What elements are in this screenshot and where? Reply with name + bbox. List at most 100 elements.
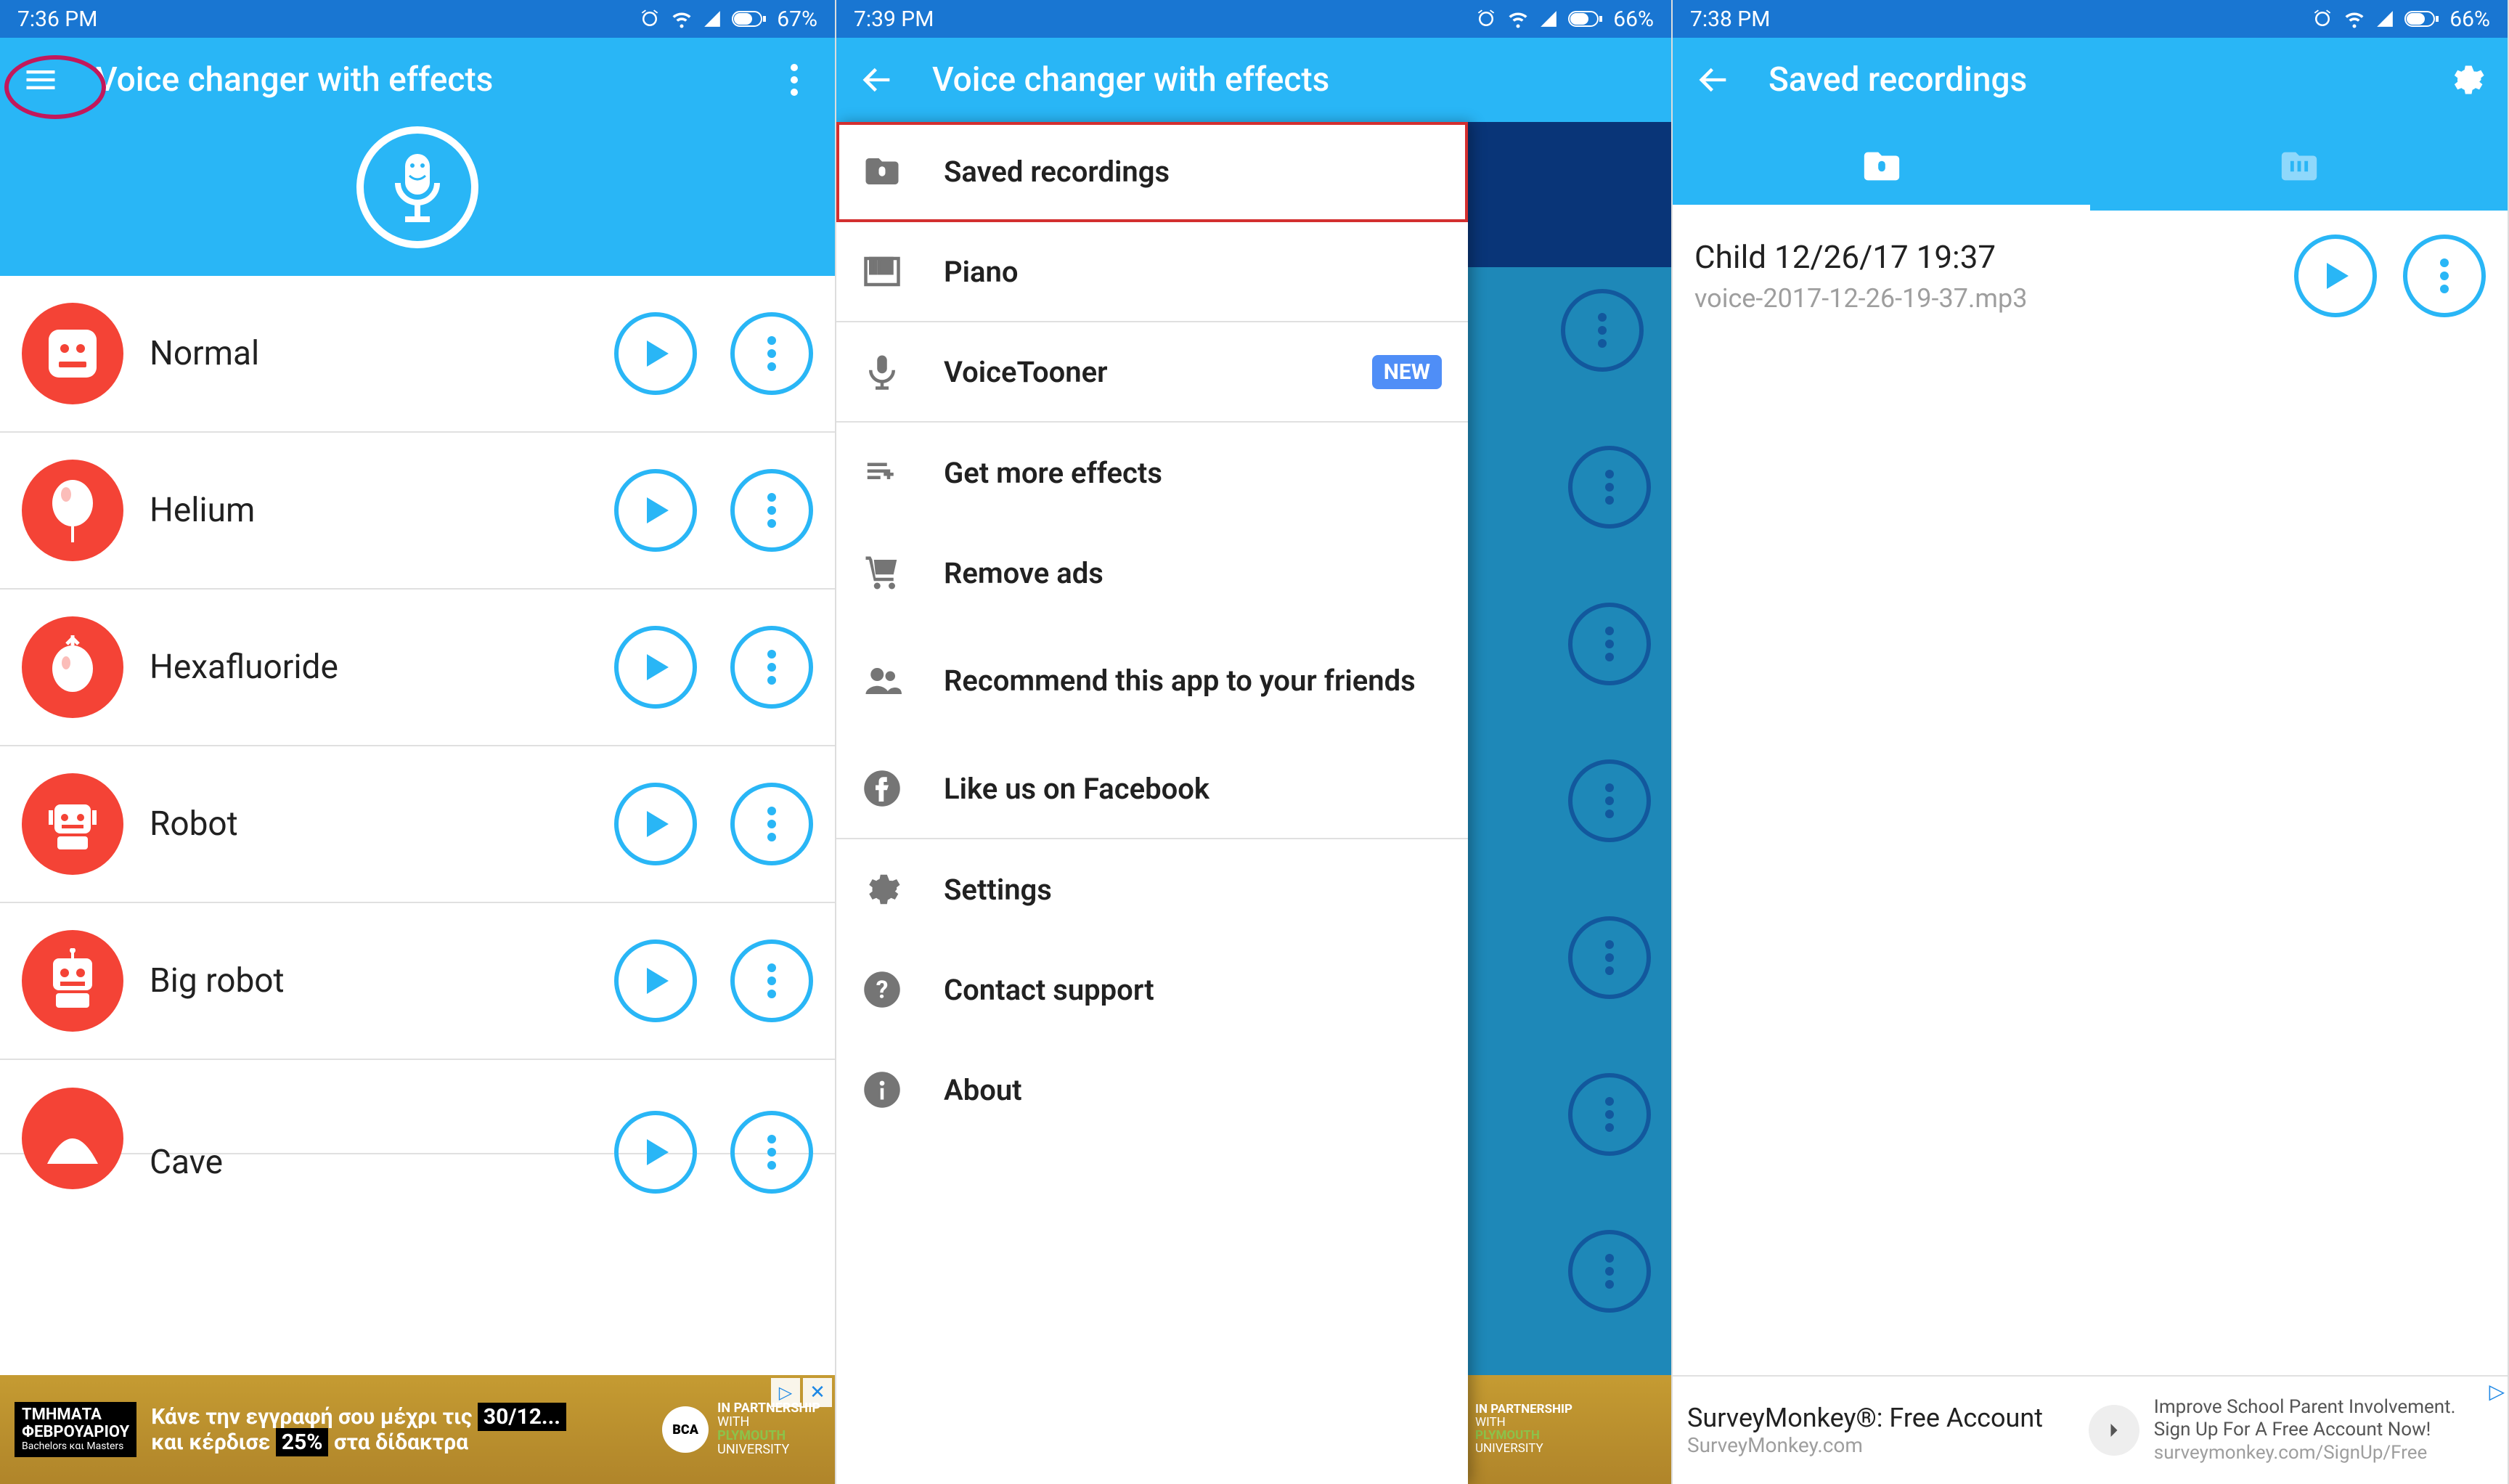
- more-button[interactable]: [2403, 235, 2486, 317]
- drawer-item-label: Recommend this app to your friends: [944, 664, 1442, 698]
- recordings-list[interactable]: Child 12/26/17 19:37 voice-2017-12-26-19…: [1673, 211, 2508, 1375]
- drawer-item-label: Contact support: [944, 973, 1442, 1007]
- ad-banner-peek[interactable]: IN PARTNERSHIPWITHPLYMOUTHUNIVERSITY: [1468, 1375, 1671, 1484]
- microphone-icon: [862, 352, 902, 391]
- new-badge: NEW: [1372, 355, 1442, 389]
- ad-headline: SurveyMonkey®: Free Account: [1687, 1403, 2074, 1433]
- drawer-item-settings[interactable]: Settings: [836, 839, 1468, 939]
- adchoices-icon[interactable]: ▷: [771, 1378, 800, 1407]
- ad-body: Improve School Parent Involvement. Sign …: [2154, 1396, 2493, 1464]
- more-button[interactable]: [730, 626, 813, 709]
- effect-label: Robot: [150, 804, 588, 844]
- recording-filename: voice-2017-12-26-19-37.mp3: [1694, 283, 2275, 314]
- app-bar: Saved recordings: [1673, 38, 2508, 122]
- drawer-item-recommend[interactable]: Recommend this app to your friends: [836, 623, 1468, 739]
- battery-icon: [1568, 9, 1603, 28]
- signal-icon: [1539, 9, 1558, 28]
- effect-robot-icon: [22, 773, 123, 875]
- people-icon: [862, 661, 902, 701]
- ad-text: Κάνε την εγγραφή σου μέχρι τις 30/12... …: [151, 1404, 648, 1455]
- effect-row-hexafluoride: Hexafluoride: [0, 590, 835, 746]
- record-button[interactable]: [356, 126, 478, 248]
- app-title: Saved recordings: [1768, 60, 2412, 99]
- effect-label: Hexafluoride: [150, 648, 588, 687]
- signal-icon: [2375, 9, 2394, 28]
- hamburger-menu-icon[interactable]: [20, 60, 61, 100]
- adchoices-icon[interactable]: ▷: [2489, 1379, 2505, 1403]
- app-bar: Voice changer with effects: [0, 38, 835, 122]
- more-button[interactable]: [730, 939, 813, 1022]
- ad-banner[interactable]: ΤΜΗΜΑΤΑ ΦΕΒΡΟΥΑΡΙΟΥ Bachelors και Master…: [0, 1375, 835, 1484]
- effect-helium-icon: [22, 460, 123, 561]
- background-more-buttons: [1561, 289, 1651, 1313]
- play-button[interactable]: [614, 626, 697, 709]
- ad-domain: SurveyMonkey.com: [1687, 1433, 2074, 1457]
- drawer-item-label: Get more effects: [944, 456, 1442, 490]
- drawer-item-get-more-effects[interactable]: Get more effects: [836, 423, 1468, 523]
- overflow-menu-icon[interactable]: [774, 60, 815, 100]
- alarm-icon: [2312, 8, 2333, 30]
- drawer-item-label: Remove ads: [944, 556, 1442, 590]
- status-battery-pct: 66%: [2449, 7, 2490, 32]
- more-button[interactable]: [730, 469, 813, 552]
- drawer-item-contact-support[interactable]: ? Contact support: [836, 939, 1468, 1040]
- effect-label: Cave: [150, 1143, 588, 1182]
- info-icon: [862, 1070, 902, 1109]
- facebook-icon: [862, 769, 902, 808]
- cart-icon: [862, 553, 902, 592]
- effect-normal-icon: [22, 303, 123, 404]
- effect-label: Big robot: [150, 961, 588, 1000]
- ad-banner[interactable]: SurveyMonkey®: Free Account SurveyMonkey…: [1673, 1375, 2508, 1484]
- ad-partners: BCA IN PARTNERSHIPWITHPLYMOUTHUNIVERSITY: [662, 1402, 820, 1457]
- drawer-item-piano[interactable]: Piano: [836, 222, 1468, 322]
- app-title: Voice changer with effects: [96, 60, 739, 99]
- recording-row: Child 12/26/17 19:37 voice-2017-12-26-19…: [1673, 211, 2508, 341]
- record-hero: [0, 122, 835, 276]
- signal-icon: [703, 9, 722, 28]
- status-battery-pct: 66%: [1613, 7, 1654, 32]
- back-icon[interactable]: [1693, 60, 1734, 100]
- play-button[interactable]: [614, 469, 697, 552]
- drawer-item-label: Saved recordings: [944, 155, 1442, 189]
- more-button[interactable]: [730, 312, 813, 395]
- status-time: 7:36 PM: [17, 7, 639, 32]
- piano-icon: [862, 252, 902, 291]
- app-bar: Voice changer with effects: [836, 38, 1671, 122]
- drawer-item-label: Like us on Facebook: [944, 772, 1442, 806]
- ad-left-badge: ΤΜΗΜΑΤΑ ΦΕΒΡΟΥΑΡΙΟΥ Bachelors και Master…: [15, 1402, 136, 1457]
- playlist-add-icon: [862, 453, 902, 492]
- wifi-icon: [1507, 8, 1529, 30]
- folder-mic-icon: [862, 152, 902, 191]
- wifi-icon: [671, 8, 693, 30]
- ad-close-icon[interactable]: ✕: [803, 1378, 832, 1407]
- screen-drawer: 7:39 PM 66% Voice changer with effects I…: [836, 0, 1673, 1484]
- settings-icon[interactable]: [2447, 60, 2487, 100]
- back-icon[interactable]: [857, 60, 897, 100]
- play-button[interactable]: [614, 939, 697, 1022]
- drawer-item-facebook[interactable]: Like us on Facebook: [836, 739, 1468, 839]
- drawer-item-voicetooner[interactable]: VoiceTooner NEW: [836, 322, 1468, 423]
- play-button[interactable]: [614, 312, 697, 395]
- play-button[interactable]: [614, 1111, 697, 1194]
- status-bar: 7:36 PM 67%: [0, 0, 835, 38]
- screen-effects: 7:36 PM 67% Voice changer with effects: [0, 0, 836, 1484]
- folder-piano-icon: [2278, 145, 2320, 187]
- tab-piano[interactable]: [2090, 122, 2508, 211]
- recording-title: Child 12/26/17 19:37: [1694, 238, 2275, 276]
- more-button[interactable]: [730, 1111, 813, 1194]
- status-bar: 7:38 PM 66%: [1673, 0, 2508, 38]
- drawer-item-label: VoiceTooner: [944, 355, 1330, 389]
- battery-icon: [732, 9, 767, 28]
- drawer-item-label: Settings: [944, 873, 1442, 907]
- navigation-drawer: Saved recordings Piano VoiceTooner NEW G…: [836, 122, 1468, 1484]
- alarm-icon: [639, 8, 661, 30]
- play-button[interactable]: [2294, 235, 2377, 317]
- help-icon: ?: [862, 970, 902, 1009]
- more-button[interactable]: [730, 783, 813, 865]
- drawer-item-saved-recordings[interactable]: Saved recordings: [836, 122, 1468, 222]
- play-button[interactable]: [614, 783, 697, 865]
- drawer-item-about[interactable]: About: [836, 1040, 1468, 1140]
- tab-voice[interactable]: [1673, 122, 2090, 211]
- drawer-item-remove-ads[interactable]: Remove ads: [836, 523, 1468, 623]
- effects-list[interactable]: Normal Helium Hexafluoride Robot: [0, 276, 835, 1375]
